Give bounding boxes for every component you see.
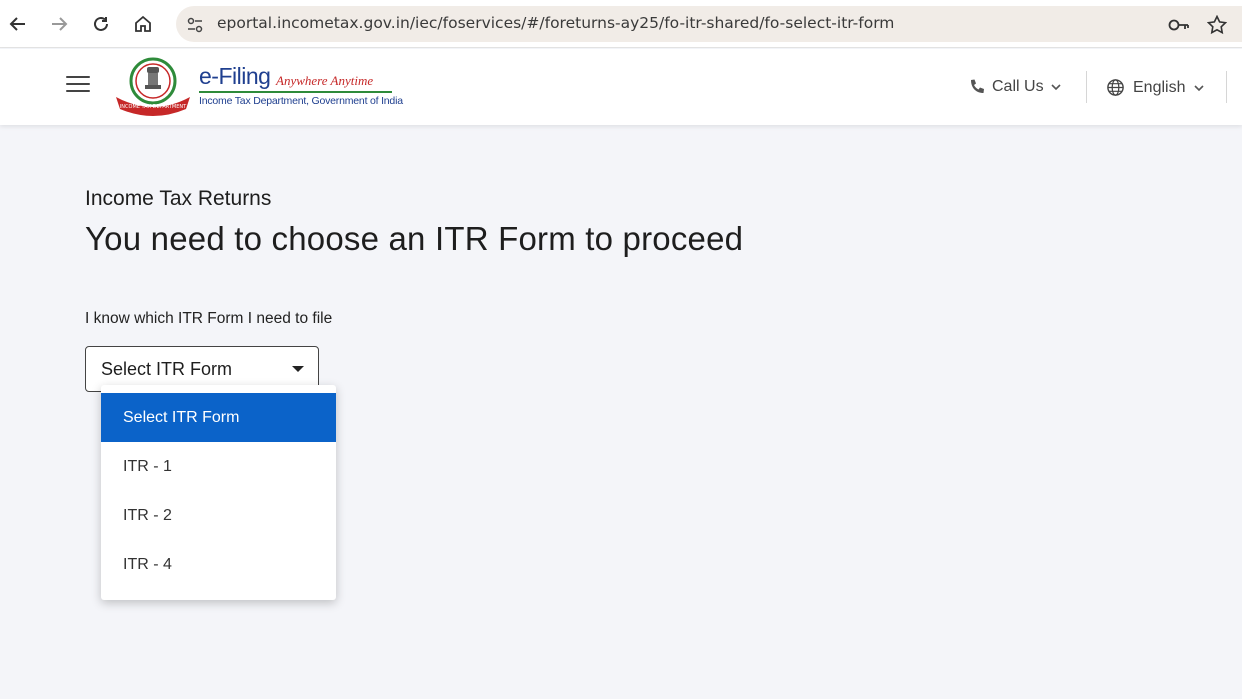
option-itr-2[interactable]: ITR - 2 [101,491,336,540]
itr-form-label: I know which ITR Form I need to file [85,310,333,327]
reload-button[interactable] [87,10,115,38]
phone-icon [971,79,984,93]
back-arrow-icon [9,17,25,31]
site-header: INCOME TAX DEPARTMENT e-Filing Anywhere … [0,49,1242,125]
browser-toolbar: eportal.incometax.gov.in/iec/foservices/… [0,0,1242,48]
caret-down-icon [292,366,304,372]
brand-title[interactable]: e-Filing [199,63,271,90]
option-itr-4[interactable]: ITR - 4 [101,540,336,589]
address-bar[interactable]: eportal.incometax.gov.in/iec/foservices/… [176,6,1242,42]
section-heading: Income Tax Returns [85,187,272,210]
language-label: English [1133,78,1186,96]
page-title: You need to choose an ITR Form to procee… [85,220,744,257]
option-itr-1[interactable]: ITR - 1 [101,442,336,491]
brand-underline [199,91,392,93]
bookmark-star-icon[interactable] [1206,14,1228,36]
emblem-ribbon-text: INCOME TAX DEPARTMENT [120,104,187,110]
emblem-logo[interactable]: INCOME TAX DEPARTMENT [114,57,192,117]
language-menu[interactable]: English [1106,78,1205,97]
call-us-label: Call Us [992,78,1044,95]
password-key-icon[interactable] [1168,14,1190,36]
globe-icon [1107,79,1124,96]
home-button[interactable] [129,10,157,38]
option-select-itr-form[interactable]: Select ITR Form [101,393,336,442]
header-divider [1086,71,1087,103]
site-settings-icon[interactable] [184,14,206,36]
menu-icon[interactable] [66,76,90,96]
forward-arrow-icon [52,17,68,31]
itr-form-dropdown: Select ITR Form ITR - 1 ITR - 2 ITR - 4 [101,385,336,600]
back-button[interactable] [4,10,32,38]
chevron-down-icon [1194,84,1205,91]
brand-tagline: Anywhere Anytime [276,73,374,88]
chevron-down-icon [1050,84,1061,91]
header-divider [1226,71,1227,103]
home-icon [135,15,151,32]
forward-button[interactable] [45,10,73,38]
select-value: Select ITR Form [101,359,233,379]
url-text[interactable]: eportal.incometax.gov.in/iec/foservices/… [217,14,894,32]
call-us-menu[interactable]: Call Us [968,78,1062,96]
reload-icon [94,16,108,31]
brand-subtitle: Income Tax Department, Government of Ind… [199,95,403,107]
